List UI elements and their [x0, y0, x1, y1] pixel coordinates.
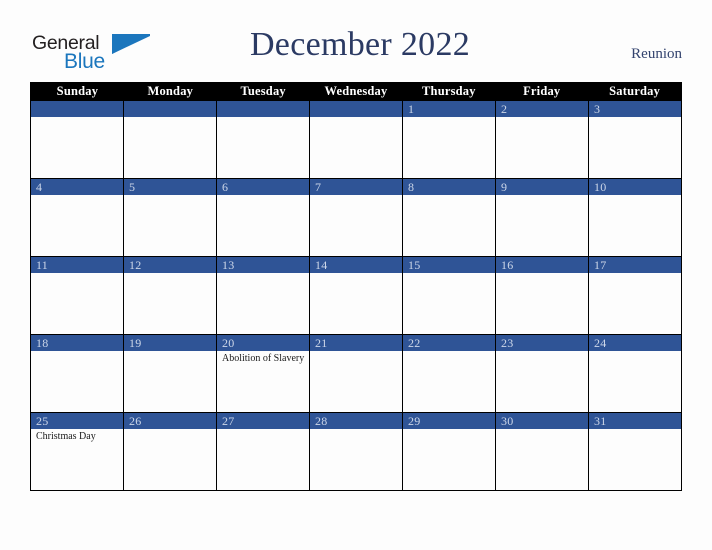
day-number: 20 [217, 335, 309, 351]
weekday-header-saturday: Saturday [609, 84, 661, 98]
calendar-day-cell[interactable]: 15 [402, 257, 495, 334]
calendar-day-cell[interactable]: 7 [309, 179, 402, 256]
day-events: Christmas Day [31, 429, 123, 443]
calendar-day-cell[interactable]: 8 [402, 179, 495, 256]
calendar-day-cell[interactable]: 4 [31, 179, 123, 256]
calendar-day-cell[interactable]: 23 [495, 335, 588, 412]
day-number: 29 [403, 413, 495, 429]
calendar-day-cell[interactable]: 12 [123, 257, 216, 334]
calendar-day-cell[interactable]: 18 [31, 335, 123, 412]
day-number: 16 [496, 257, 588, 273]
day-number: 7 [310, 179, 402, 195]
day-number [31, 101, 123, 117]
calendar-day-cell[interactable]: 29 [402, 413, 495, 490]
weekday-header-row: Sunday Monday Tuesday Wednesday Thursday… [31, 82, 681, 101]
weekday-header-thursday: Thursday [422, 84, 476, 98]
day-events: Abolition of Slavery [217, 351, 309, 365]
calendar-day-cell-empty [123, 101, 216, 178]
calendar-weeks: 1 2 3 4 5 6 7 8 9 10 11 12 13 14 15 16 17 18 19 20 Abolition… [31, 101, 681, 490]
day-number: 15 [403, 257, 495, 273]
weekday-header-sunday: Sunday [56, 84, 99, 98]
day-number: 11 [31, 257, 123, 273]
calendar-day-cell[interactable]: 6 [216, 179, 309, 256]
calendar-day-cell[interactable]: 5 [123, 179, 216, 256]
day-number: 9 [496, 179, 588, 195]
page-title: December 2022 [249, 26, 471, 63]
calendar-day-cell[interactable]: 25 Christmas Day [31, 413, 123, 490]
calendar-day-cell[interactable]: 16 [495, 257, 588, 334]
calendar-page: General Blue December 2022 Reunion Sunda… [0, 0, 712, 550]
day-number: 28 [310, 413, 402, 429]
holiday-event-label: Christmas Day [36, 431, 96, 442]
weekday-header-friday: Friday [523, 84, 561, 98]
region-label: Reunion [631, 46, 682, 62]
day-number: 27 [217, 413, 309, 429]
calendar-day-cell[interactable]: 11 [31, 257, 123, 334]
day-number: 10 [589, 179, 681, 195]
day-number: 26 [124, 413, 216, 429]
calendar-week-row: 4 5 6 7 8 9 10 [31, 178, 681, 256]
calendar-day-cell[interactable]: 2 [495, 101, 588, 178]
day-number: 8 [403, 179, 495, 195]
day-number: 14 [310, 257, 402, 273]
weekday-header-monday: Monday [147, 84, 194, 98]
day-number: 12 [124, 257, 216, 273]
day-number: 22 [403, 335, 495, 351]
calendar-day-cell[interactable]: 22 [402, 335, 495, 412]
calendar-week-row: 25 Christmas Day 26 27 28 29 30 31 [31, 412, 681, 490]
calendar-day-cell[interactable]: 28 [309, 413, 402, 490]
calendar-day-cell[interactable]: 19 [123, 335, 216, 412]
calendar-day-cell-empty [309, 101, 402, 178]
day-number [124, 101, 216, 117]
calendar-week-row: 11 12 13 14 15 16 17 [31, 256, 681, 334]
calendar-week-row: 123 [31, 101, 681, 178]
calendar-day-cell[interactable]: 26 [123, 413, 216, 490]
calendar-day-cell[interactable]: 21 [309, 335, 402, 412]
triangle-icon [112, 34, 150, 54]
day-number: 25 [31, 413, 123, 429]
brand-logo[interactable]: General Blue [32, 33, 162, 75]
calendar-day-cell[interactable]: 1 [402, 101, 495, 178]
day-number [310, 101, 402, 117]
day-number: 19 [124, 335, 216, 351]
calendar-day-cell[interactable]: 3 [588, 101, 681, 178]
day-number [217, 101, 309, 117]
holiday-event-label: Abolition of Slavery [222, 353, 305, 364]
brand-name-blue: Blue [64, 50, 105, 73]
day-number: 3 [589, 101, 681, 117]
day-number: 5 [124, 179, 216, 195]
calendar-day-cell-empty [31, 101, 123, 178]
day-number: 31 [589, 413, 681, 429]
day-number: 30 [496, 413, 588, 429]
day-number: 21 [310, 335, 402, 351]
calendar-day-cell[interactable]: 31 [588, 413, 681, 490]
page-header: General Blue December 2022 Reunion [0, 0, 712, 80]
calendar-day-cell[interactable]: 30 [495, 413, 588, 490]
day-number: 23 [496, 335, 588, 351]
calendar-day-cell[interactable]: 14 [309, 257, 402, 334]
calendar-day-cell[interactable]: 20 Abolition of Slavery [216, 335, 309, 412]
day-number: 13 [217, 257, 309, 273]
calendar-week-row: 18 19 20 Abolition of Slavery 21 22 23 24 [31, 334, 681, 412]
calendar-day-cell[interactable]: 10 [588, 179, 681, 256]
calendar-day-cell-empty [216, 101, 309, 178]
day-number: 18 [31, 335, 123, 351]
calendar-grid: Sunday Monday Tuesday Wednesday Thursday… [30, 82, 682, 491]
day-number: 24 [589, 335, 681, 351]
calendar-day-cell[interactable]: 27 [216, 413, 309, 490]
calendar-day-cell[interactable]: 9 [495, 179, 588, 256]
calendar-day-cell[interactable]: 24 [588, 335, 681, 412]
calendar-day-cell[interactable]: 17 [588, 257, 681, 334]
day-number: 6 [217, 179, 309, 195]
day-number: 4 [31, 179, 123, 195]
day-number: 1 [403, 101, 495, 117]
calendar-day-cell[interactable]: 13 [216, 257, 309, 334]
weekday-header-wednesday: Wednesday [324, 84, 388, 98]
weekday-header-tuesday: Tuesday [240, 84, 286, 98]
day-number: 2 [496, 101, 588, 117]
day-number: 17 [589, 257, 681, 273]
